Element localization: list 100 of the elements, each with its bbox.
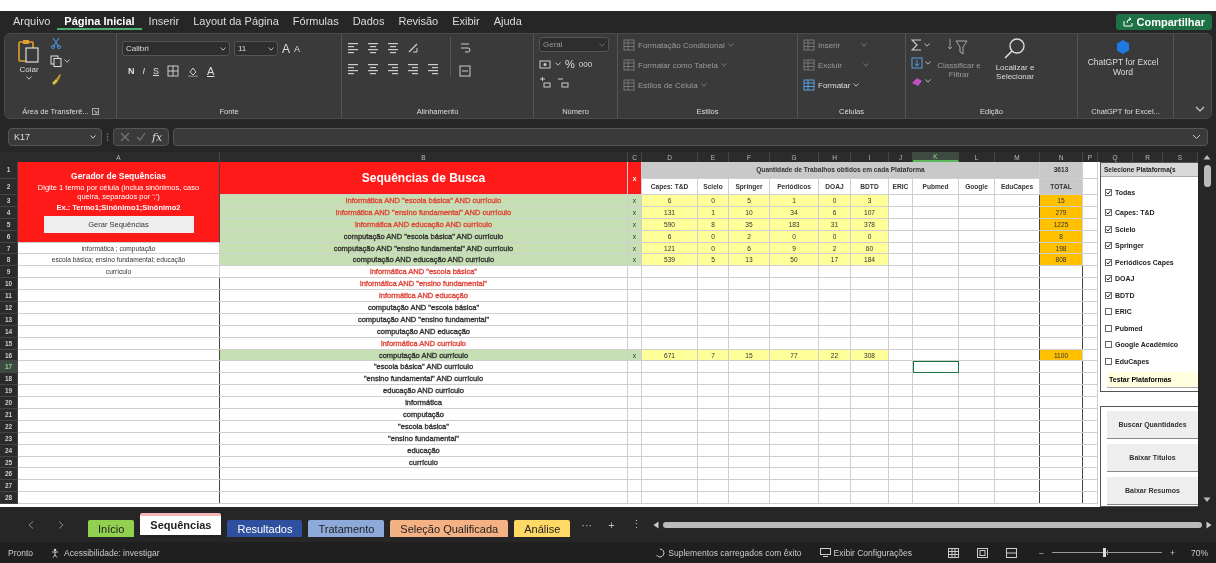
sheet-tab[interactable]: Análise xyxy=(514,520,571,537)
caret-icon[interactable] xyxy=(925,79,931,83)
name-box[interactable]: K17 xyxy=(8,128,102,146)
font-size-field[interactable]: 11 xyxy=(234,41,278,56)
next-sheet-icon[interactable] xyxy=(58,520,64,529)
menu-tab[interactable]: Página Inicial xyxy=(57,13,142,30)
align-middle-icon[interactable] xyxy=(367,42,379,54)
collapse-ribbon-icon[interactable] xyxy=(1195,106,1205,112)
cell-cursor[interactable] xyxy=(913,361,959,374)
menu-tab[interactable]: Dados xyxy=(345,13,392,30)
caret-icon[interactable] xyxy=(925,61,931,65)
decrease-decimal-icon[interactable] xyxy=(557,76,569,88)
sheet-tab[interactable]: Início xyxy=(88,520,135,537)
eraser-icon[interactable] xyxy=(911,75,923,87)
font-color-button[interactable]: A xyxy=(207,65,215,77)
tab-control[interactable]: ··· xyxy=(576,518,598,531)
brush-icon[interactable] xyxy=(50,73,62,85)
checkbox-icon[interactable] xyxy=(1105,188,1112,196)
insert-function-button[interactable]: fx xyxy=(152,130,163,144)
sheet-tab[interactable]: Sequências xyxy=(140,512,222,537)
align-bottom-icon[interactable] xyxy=(387,42,399,54)
scroll-down-icon[interactable] xyxy=(1203,497,1211,503)
find-select-button[interactable]: Localizar e Selecionar xyxy=(987,37,1043,81)
font-name-field[interactable]: Calibri xyxy=(122,41,230,56)
orientation-icon[interactable] xyxy=(407,42,419,54)
caret-icon[interactable] xyxy=(26,76,32,80)
checkbox-icon[interactable] xyxy=(1105,291,1112,299)
checkbox-icon[interactable] xyxy=(1105,341,1112,349)
page-break-icon[interactable] xyxy=(1006,547,1018,558)
tab-control[interactable]: ⋮ xyxy=(625,518,647,531)
ribbon-command[interactable]: Formatar xyxy=(803,79,869,91)
sheet-tab[interactable]: Tratamento xyxy=(308,520,385,537)
caret-icon[interactable] xyxy=(220,46,226,51)
currency-icon[interactable] xyxy=(539,58,551,70)
caret-icon[interactable] xyxy=(268,46,274,51)
percent-button[interactable]: % xyxy=(565,58,575,70)
formula-field[interactable] xyxy=(173,128,1208,146)
caret-icon[interactable] xyxy=(924,43,930,47)
align-left-icon[interactable] xyxy=(347,63,359,75)
checkbox-icon[interactable] xyxy=(1105,324,1112,332)
menu-tab[interactable]: Exibir xyxy=(445,13,487,30)
increase-decimal-icon[interactable] xyxy=(539,76,551,88)
thousands-button[interactable]: 000 xyxy=(578,59,593,69)
paste-button[interactable]: Colar xyxy=(18,37,40,80)
cancel-icon[interactable] xyxy=(120,132,130,142)
scroll-left-icon[interactable] xyxy=(652,520,659,529)
menu-tab[interactable]: Ajuda xyxy=(486,13,529,30)
sum-icon[interactable] xyxy=(911,39,922,51)
bold-button[interactable]: N xyxy=(128,66,135,76)
zoom-out-button[interactable]: − xyxy=(1039,547,1044,558)
menu-tab[interactable]: Fórmulas xyxy=(285,13,346,30)
normal-view-icon[interactable] xyxy=(948,547,960,558)
confirm-icon[interactable] xyxy=(136,132,146,142)
scissors-icon[interactable] xyxy=(50,37,62,49)
sheet-tab[interactable]: Seleção Qualificada xyxy=(390,520,509,537)
divider-grip-icon[interactable] xyxy=(106,132,109,142)
align-right-icon[interactable] xyxy=(387,63,399,75)
shrink-font-button[interactable]: A xyxy=(294,43,301,54)
chatgpt-button[interactable]: ChatGPT for Excel Word xyxy=(1083,37,1163,77)
addins-status[interactable]: Suplementos carregados com êxito xyxy=(655,547,802,558)
borders-icon[interactable] xyxy=(167,65,180,77)
decrease-indent-icon[interactable] xyxy=(407,63,419,75)
copy-icon[interactable] xyxy=(50,55,62,67)
italic-button[interactable]: I xyxy=(142,66,145,76)
menu-tab[interactable]: Inserir xyxy=(141,13,187,30)
scrollbar-thumb[interactable] xyxy=(1203,165,1211,187)
display-settings-button[interactable]: Exibir Configurações xyxy=(819,547,913,558)
grow-font-button[interactable]: A xyxy=(282,41,290,56)
checkbox-icon[interactable] xyxy=(1105,308,1112,316)
scroll-up-icon[interactable] xyxy=(1203,154,1211,160)
checkbox-icon[interactable] xyxy=(1105,258,1112,266)
caret-icon[interactable] xyxy=(64,59,70,63)
checkbox-icon[interactable] xyxy=(1105,209,1112,217)
align-center-icon[interactable] xyxy=(367,63,379,75)
scroll-right-icon[interactable] xyxy=(1206,520,1212,529)
tab-control[interactable]: + xyxy=(603,518,620,531)
checkbox-icon[interactable] xyxy=(1105,225,1112,233)
fill-icon[interactable] xyxy=(911,57,923,69)
menu-tab[interactable]: Layout da Página xyxy=(186,13,286,30)
zoom-level[interactable]: 70% xyxy=(1191,547,1208,558)
accessibility-button[interactable]: Acessibilidade: investigar xyxy=(51,547,160,558)
underline-button[interactable]: S xyxy=(153,66,160,76)
caret-icon[interactable] xyxy=(555,62,561,66)
previous-sheet-icon[interactable] xyxy=(28,520,34,529)
merge-cells-icon[interactable] xyxy=(459,65,471,77)
launcher-icon[interactable] xyxy=(91,108,99,115)
checkbox-icon[interactable] xyxy=(1105,242,1112,250)
checkbox-icon[interactable] xyxy=(1105,275,1112,283)
horizontal-scrollbar[interactable] xyxy=(662,521,1202,528)
wrap-text-icon[interactable] xyxy=(459,41,471,55)
menu-tab[interactable]: Revisão xyxy=(391,13,446,30)
share-button[interactable]: Compartilhar xyxy=(1115,13,1212,30)
sheet-tab[interactable]: Resultados xyxy=(227,520,303,537)
checkbox-icon[interactable] xyxy=(1105,357,1112,365)
menu-tab[interactable]: Arquivo xyxy=(6,13,58,30)
expand-icon[interactable] xyxy=(1192,134,1201,140)
caret-icon[interactable] xyxy=(853,83,860,87)
zoom-in-button[interactable]: + xyxy=(1170,547,1175,558)
page-layout-icon[interactable] xyxy=(977,547,989,558)
increase-indent-icon[interactable] xyxy=(427,63,439,75)
